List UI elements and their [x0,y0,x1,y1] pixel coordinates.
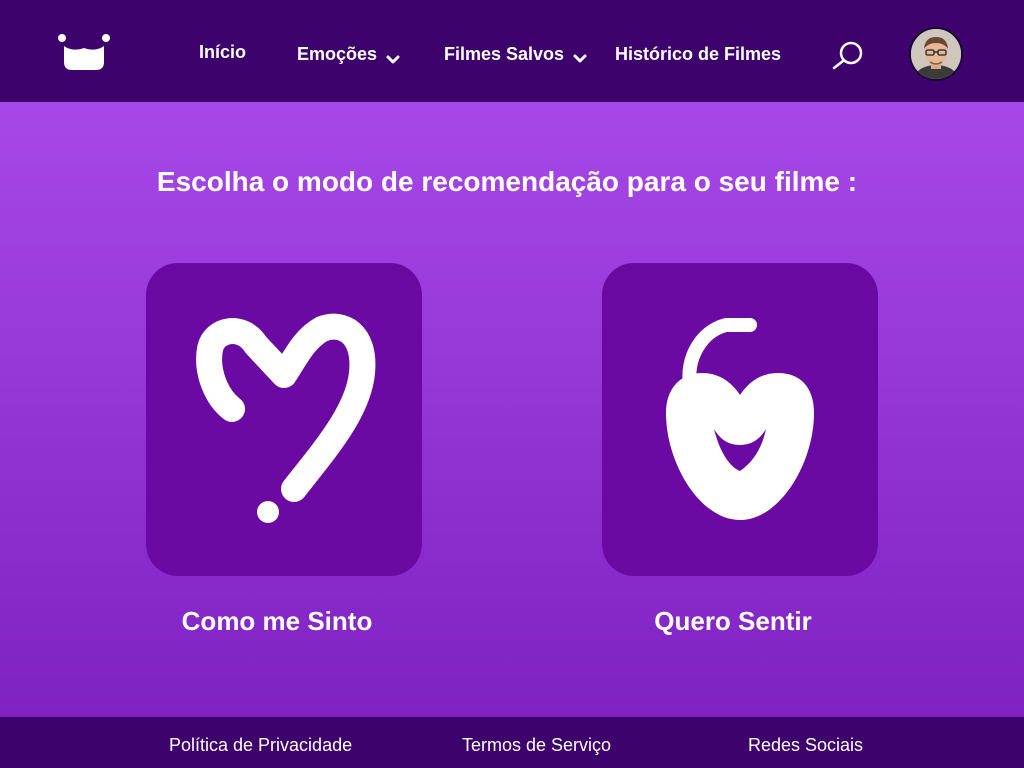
nav-saved-movies-label: Filmes Salvos [444,44,565,64]
heart-question-icon [196,313,376,523]
option-label-como-me-sinto[interactable]: Como me Sinto [127,606,427,637]
nav-home-label: Início [199,42,247,62]
nav-saved-movies-dropdown[interactable]: Filmes Salvos [444,44,588,65]
nav-emotions-dropdown[interactable]: Emoções [297,44,401,65]
top-navigation-bar: Início Emoções Filmes Salvos Histórico d… [0,0,1024,102]
nav-history-label: Histórico de Filmes [615,44,782,64]
nav-history-link[interactable]: Histórico de Filmes [615,44,781,65]
page-title: Escolha o modo de recomendação para o se… [156,166,858,197]
option-card-como-me-sinto[interactable] [146,263,422,576]
nav-emotions-label: Emoções [297,44,378,64]
chevron-down-icon [572,49,588,62]
heart-lock-icon [666,318,814,520]
smile-logo-icon[interactable] [56,32,112,74]
option-card-quero-sentir[interactable] [602,263,878,576]
option-label-quero-sentir[interactable]: Quero Sentir [583,606,883,637]
nav-home-link[interactable]: Início [199,42,246,63]
footer-social-link[interactable]: Redes Sociais [748,735,863,756]
footer: Política de Privacidade Termos de Serviç… [0,717,1024,768]
chevron-down-icon [385,49,401,63]
footer-terms-link[interactable]: Termos de Serviço [462,735,611,756]
footer-privacy-link[interactable]: Política de Privacidade [169,735,352,756]
user-avatar[interactable] [909,27,963,81]
search-icon[interactable] [831,40,867,70]
